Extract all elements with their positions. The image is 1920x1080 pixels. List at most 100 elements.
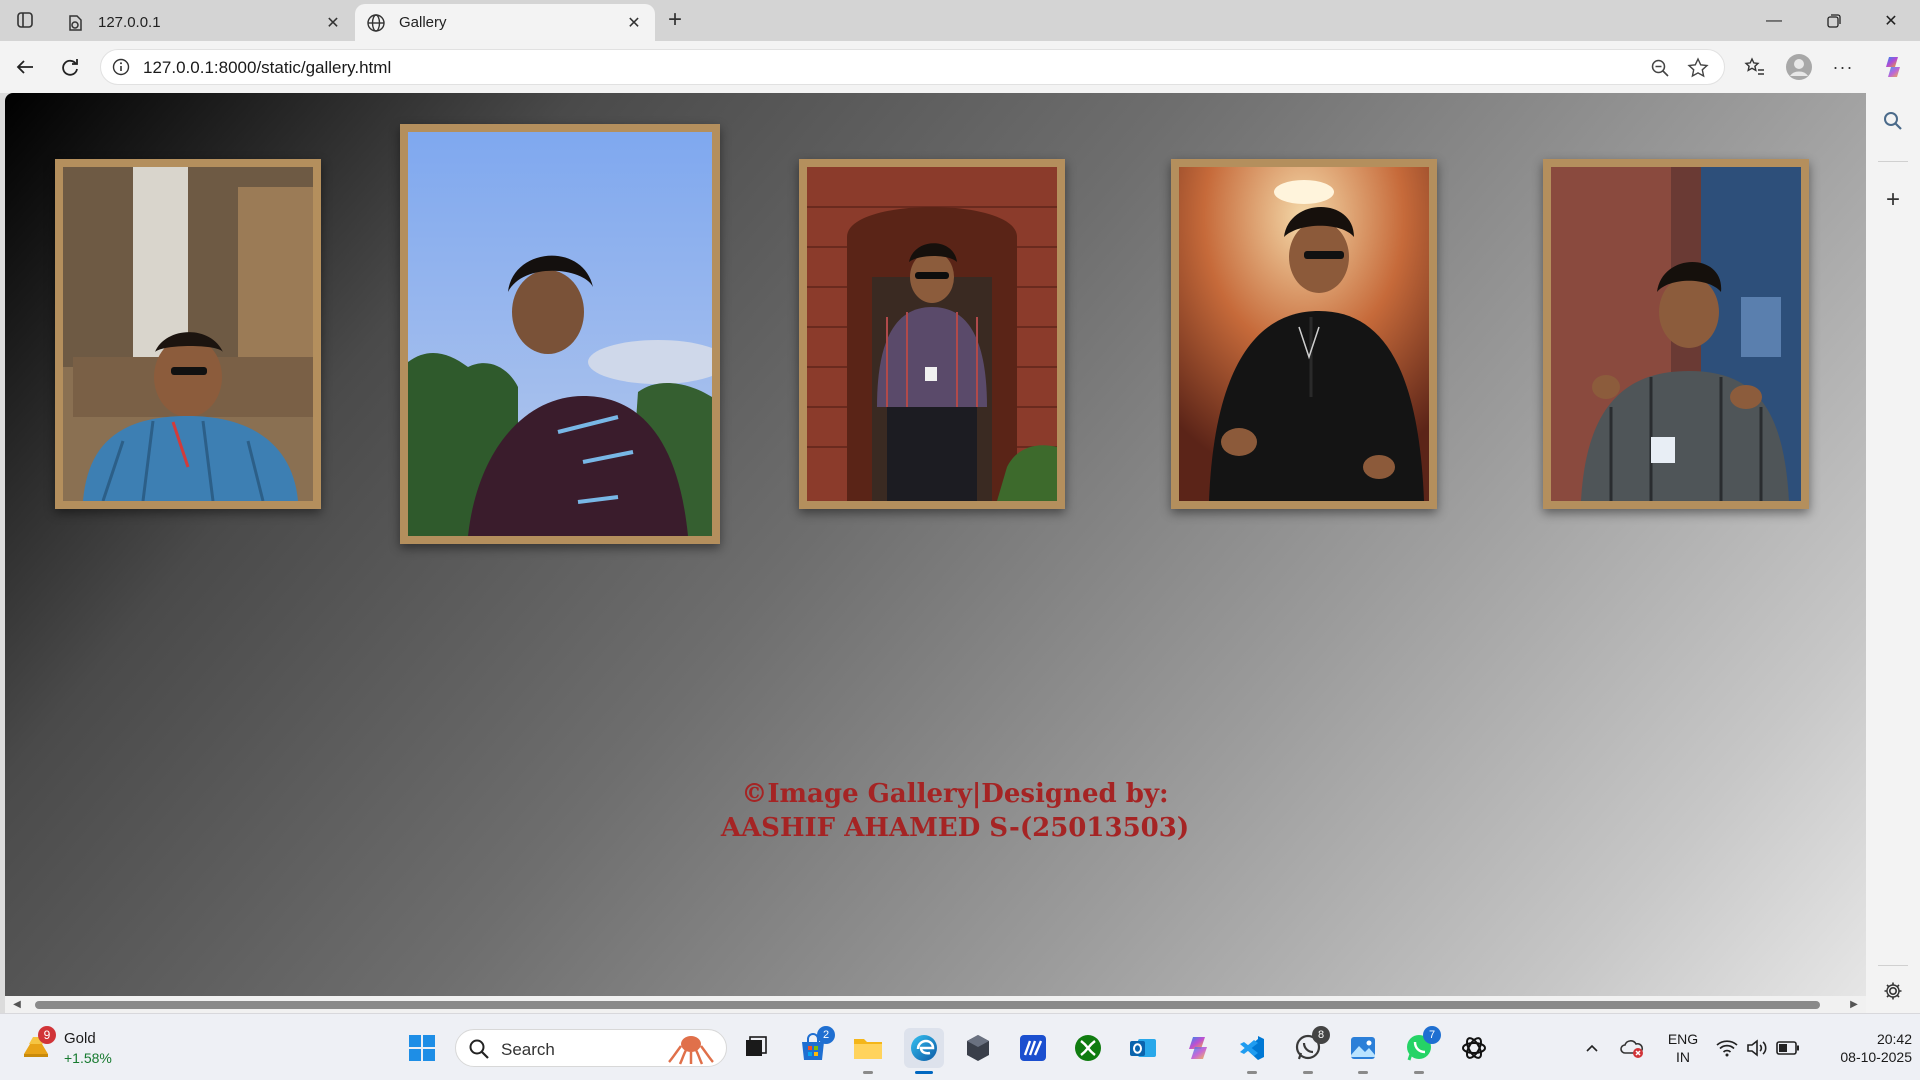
sidebar-add-button[interactable]: + [1879,186,1907,214]
gallery-photo-2[interactable] [400,124,720,544]
avatar-icon [1786,54,1812,80]
gallery-photo-5[interactable] [1543,159,1809,509]
scroll-right-arrow-icon[interactable]: ▶ [1846,998,1862,1011]
clock-date: 08-10-2025 [1840,1049,1912,1065]
close-icon: ✕ [1884,12,1898,30]
scroll-left-arrow-icon[interactable]: ◀ [9,998,25,1011]
copilot-button[interactable] [1876,51,1910,83]
restore-icon [1827,13,1841,28]
language-indicator[interactable]: ENG IN [1665,1030,1701,1066]
more-icon: ··· [1832,56,1854,77]
gallery-photo-4[interactable] [1171,159,1437,509]
copilot-app[interactable] [1178,1028,1218,1068]
tool-app[interactable] [958,1028,998,1068]
whatsapp-app[interactable]: 7 [1399,1026,1441,1074]
battery-icon [1776,1041,1799,1055]
favorites-list-icon [1744,57,1764,75]
running-indicator [1247,1071,1257,1074]
minimize-icon: — [1766,11,1782,29]
chatgpt-icon [1462,1037,1486,1059]
tab-actions-button[interactable] [10,6,40,34]
favorites-button[interactable] [1738,51,1772,83]
copilot-icon [1886,57,1900,77]
favorite-star-icon[interactable] [1686,56,1710,80]
globe-icon [365,12,387,34]
taskbar-search[interactable]: Search [455,1029,727,1067]
more-menu-button[interactable]: ··· [1826,51,1860,83]
task-view-icon [746,1036,767,1056]
footer-line-2: AASHIF AHAMED S-(25013503) [720,813,1190,843]
outlook-icon [1130,1039,1156,1057]
mathpix-app[interactable] [1013,1028,1053,1068]
volume-status[interactable] [1744,1034,1770,1062]
running-indicator [1303,1071,1313,1074]
photo-man-black-shirt [1179,167,1429,501]
windows-logo-icon [409,1035,435,1061]
file-explorer-app[interactable] [848,1028,888,1074]
store-app[interactable]: 2 [793,1026,835,1068]
sidebar-panel: + [1866,93,1920,1013]
gallery-photo-3[interactable] [799,159,1065,509]
reload-button[interactable] [53,51,87,83]
battery-status[interactable] [1774,1034,1802,1062]
show-hidden-icons-button[interactable] [1580,1034,1604,1062]
widget-badge: 9 [38,1026,56,1044]
new-tab-button[interactable]: + [660,6,690,34]
language-region: IN [1676,1049,1690,1065]
scrollbar-thumb[interactable] [35,1001,1820,1009]
running-indicator [863,1071,873,1074]
vscode-app[interactable] [1232,1028,1272,1074]
back-arrow-icon [16,60,33,74]
folder-icon [854,1039,882,1059]
zoom-out-icon[interactable] [1648,56,1672,80]
photo-man-blue-shirt [63,167,313,501]
plus-icon: + [667,6,682,33]
edge-browser-icon [911,1035,937,1061]
widget-title: Gold [64,1030,96,1047]
horizontal-scrollbar[interactable]: ◀ ▶ [5,996,1866,1013]
vscode-icon [1240,1036,1264,1060]
start-button[interactable] [402,1028,442,1068]
task-view-button[interactable] [736,1028,776,1068]
address-bar[interactable]: 127.0.0.1:8000/static/gallery.html [100,49,1725,85]
edge-app[interactable] [904,1028,944,1074]
site-info-icon[interactable] [111,57,131,77]
sidebar-search-button[interactable] [1879,107,1907,135]
cloud-error-icon [1620,1040,1643,1058]
restore-button[interactable] [1805,0,1863,41]
running-indicator [915,1071,933,1074]
network-status[interactable] [1714,1034,1740,1062]
outlook-app[interactable] [1123,1028,1163,1068]
copilot-icon [1189,1037,1207,1059]
tab-gallery[interactable]: Gallery ✕ [355,4,655,41]
whatsapp-beta-app[interactable]: 8 [1288,1026,1330,1074]
search-icon [469,1039,489,1059]
widgets-button[interactable]: 9 Gold +1.58% [20,1026,120,1070]
minimize-button[interactable]: — [1745,0,1803,41]
sidebar-divider [1878,161,1908,162]
gallery-photo-1[interactable] [55,159,321,509]
close-icon[interactable]: ✕ [322,12,344,34]
page-reload-icon [64,12,86,34]
photos-app[interactable] [1343,1028,1383,1074]
tab-actions-icon [17,12,33,28]
url-text[interactable]: 127.0.0.1:8000/static/gallery.html [143,58,391,78]
reload-icon [62,59,78,76]
onedrive-status[interactable] [1618,1034,1646,1062]
search-placeholder: Search [501,1040,555,1059]
sidebar-settings-button[interactable] [1879,977,1907,1005]
gallery-footer: ©Image Gallery|Designed by: AASHIF AHAME… [5,777,1866,845]
close-window-button[interactable]: ✕ [1862,0,1920,41]
close-icon[interactable]: ✕ [623,12,645,34]
chatgpt-app[interactable] [1454,1028,1494,1068]
profile-button[interactable] [1782,51,1816,83]
tab-localhost[interactable]: 127.0.0.1 ✕ [54,4,354,41]
xbox-app[interactable] [1068,1028,1108,1068]
plus-icon: + [1885,186,1900,213]
clock[interactable]: 20:42 08-10-2025 [1812,1030,1912,1066]
chevron-up-icon [1586,1044,1598,1052]
footer-line-1: ©Image Gallery|Designed by: [741,779,1169,809]
windows-taskbar: 9 Gold +1.58% Search 2 8 7 ENG IN 20:42 … [0,1013,1920,1080]
speaker-icon [1747,1039,1767,1057]
back-button[interactable] [8,51,42,83]
